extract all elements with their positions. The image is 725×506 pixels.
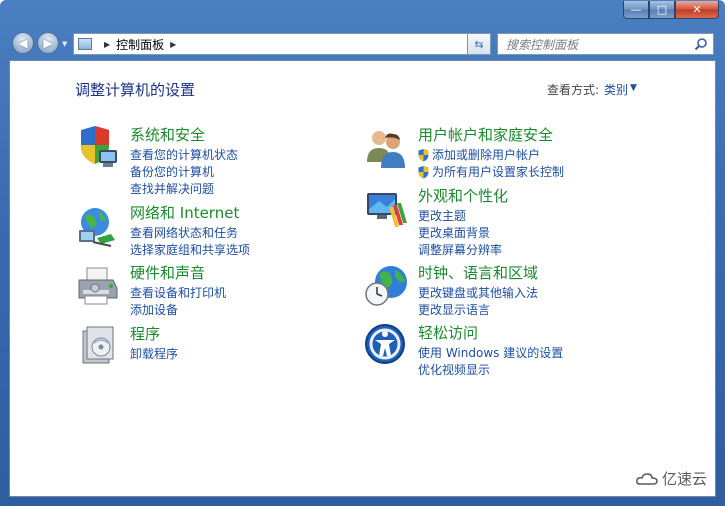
view-by-label: 查看方式: [547, 83, 600, 97]
category-title[interactable]: 硬件和声音 [130, 262, 205, 283]
category-title[interactable]: 系统和安全 [130, 124, 205, 145]
link-uninstall-program[interactable]: 卸载程序 [130, 346, 178, 363]
link-change-theme[interactable]: 更改主题 [418, 208, 502, 225]
link-label[interactable]: 添加或删除用户帐户 [432, 147, 540, 164]
link-label[interactable]: 为所有用户设置家长控制 [432, 164, 564, 181]
category-links: 使用 Windows 建议的设置 优化视频显示 [418, 345, 563, 379]
link-change-input-method[interactable]: 更改键盘或其他输入法 [418, 285, 538, 302]
link-parental-controls[interactable]: 为所有用户设置家长控制 [418, 164, 564, 181]
watermark-text: 亿速云 [662, 470, 708, 488]
category-title[interactable]: 时钟、语言和区域 [418, 262, 538, 283]
search-box[interactable]: 搜索控制面板 [497, 33, 714, 55]
category-title[interactable]: 网络和 Internet [130, 202, 239, 223]
window-controls: — □ ✕ [623, 1, 719, 19]
minimize-button[interactable]: — [623, 1, 649, 19]
link-view-computer-status[interactable]: 查看您的计算机状态 [130, 147, 238, 164]
recent-pages-dropdown[interactable]: ▼ [62, 40, 70, 48]
users-icon [367, 131, 405, 168]
forward-button[interactable]: ▶ [37, 32, 59, 54]
chevron-right-icon[interactable]: ▶ [170, 40, 176, 49]
chevron-right-icon[interactable]: ▶ [104, 40, 110, 49]
programs-icon [82, 326, 114, 364]
back-button[interactable]: ◀ [12, 32, 34, 54]
link-homegroup-sharing[interactable]: 选择家庭组和共享选项 [130, 242, 250, 259]
ease-of-access-icon [365, 324, 405, 364]
category-links: 查看设备和打印机 添加设备 [130, 285, 226, 319]
category-links: 更改键盘或其他输入法 更改显示语言 [418, 285, 538, 319]
forward-arrow-icon: ▶ [43, 36, 53, 50]
category-title[interactable]: 外观和个性化 [418, 185, 508, 206]
refresh-icon: ⇆ [474, 37, 484, 51]
link-optimize-display[interactable]: 优化视频显示 [418, 362, 563, 379]
link-backup-computer[interactable]: 备份您的计算机 [130, 164, 238, 181]
category-title[interactable]: 用户帐户和家庭安全 [418, 124, 553, 145]
close-button[interactable]: ✕ [675, 1, 719, 19]
back-arrow-icon: ◀ [18, 36, 28, 50]
view-by-dropdown[interactable]: 类别 [604, 81, 628, 98]
link-desktop-background[interactable]: 更改桌面背景 [418, 225, 502, 242]
link-devices-printers[interactable]: 查看设备和打印机 [130, 285, 226, 302]
main-content: 调整计算机的设置 查看方式: 类别 ▼ 系统和安全 查看您的计算机状态 备份您的… [9, 60, 716, 497]
address-bar[interactable]: ▶ 控制面板 ▶ ▼ [73, 33, 491, 55]
link-recommended-settings[interactable]: 使用 Windows 建议的设置 [418, 345, 563, 362]
category-links: 更改主题 更改桌面背景 调整屏幕分辨率 [418, 208, 502, 259]
cloud-logo-icon [636, 472, 658, 485]
category-links: 卸载程序 [130, 346, 178, 363]
link-add-remove-accounts[interactable]: 添加或删除用户帐户 [418, 147, 564, 164]
link-find-fix-problems[interactable]: 查找并解决问题 [130, 181, 238, 198]
network-globe-icon [79, 208, 115, 247]
uac-shield-icon [418, 166, 429, 179]
control-panel-icon [78, 38, 92, 50]
maximize-button[interactable]: □ [649, 1, 675, 19]
control-panel-window: — □ ✕ ◀ ▶ ▼ ▶ 控制面板 ▶ ▼ ⇆ 搜索控制面板 [0, 0, 725, 506]
watermark: 亿速云 [636, 468, 707, 489]
chevron-down-icon[interactable]: ▼ [630, 83, 637, 93]
category-title[interactable]: 轻松访问 [418, 322, 478, 343]
page-title: 调整计算机的设置 [75, 81, 196, 99]
category-title[interactable]: 程序 [130, 323, 160, 344]
title-bar: — □ ✕ [0, 0, 725, 26]
search-placeholder: 搜索控制面板 [506, 37, 579, 52]
link-network-status[interactable]: 查看网络状态和任务 [130, 225, 250, 242]
breadcrumb-control-panel[interactable]: 控制面板 [116, 36, 164, 53]
link-display-language[interactable]: 更改显示语言 [418, 302, 538, 319]
shield-computer-icon [81, 126, 117, 167]
display-paint-icon [367, 193, 407, 227]
refresh-button[interactable]: ⇆ [467, 33, 491, 55]
category-links: 添加或删除用户帐户 为所有用户设置家长控制 [418, 147, 564, 181]
category-links: 查看您的计算机状态 备份您的计算机 查找并解决问题 [130, 147, 238, 198]
uac-shield-icon [418, 149, 429, 162]
link-screen-resolution[interactable]: 调整屏幕分辨率 [418, 242, 502, 259]
category-links: 查看网络状态和任务 选择家庭组和共享选项 [130, 225, 250, 259]
search-icon[interactable] [694, 37, 708, 51]
navigation-bar: ◀ ▶ ▼ ▶ 控制面板 ▶ ▼ ⇆ 搜索控制面板 [0, 26, 725, 60]
clock-globe-icon [365, 266, 407, 306]
link-add-device[interactable]: 添加设备 [130, 302, 226, 319]
printer-icon [78, 267, 118, 305]
